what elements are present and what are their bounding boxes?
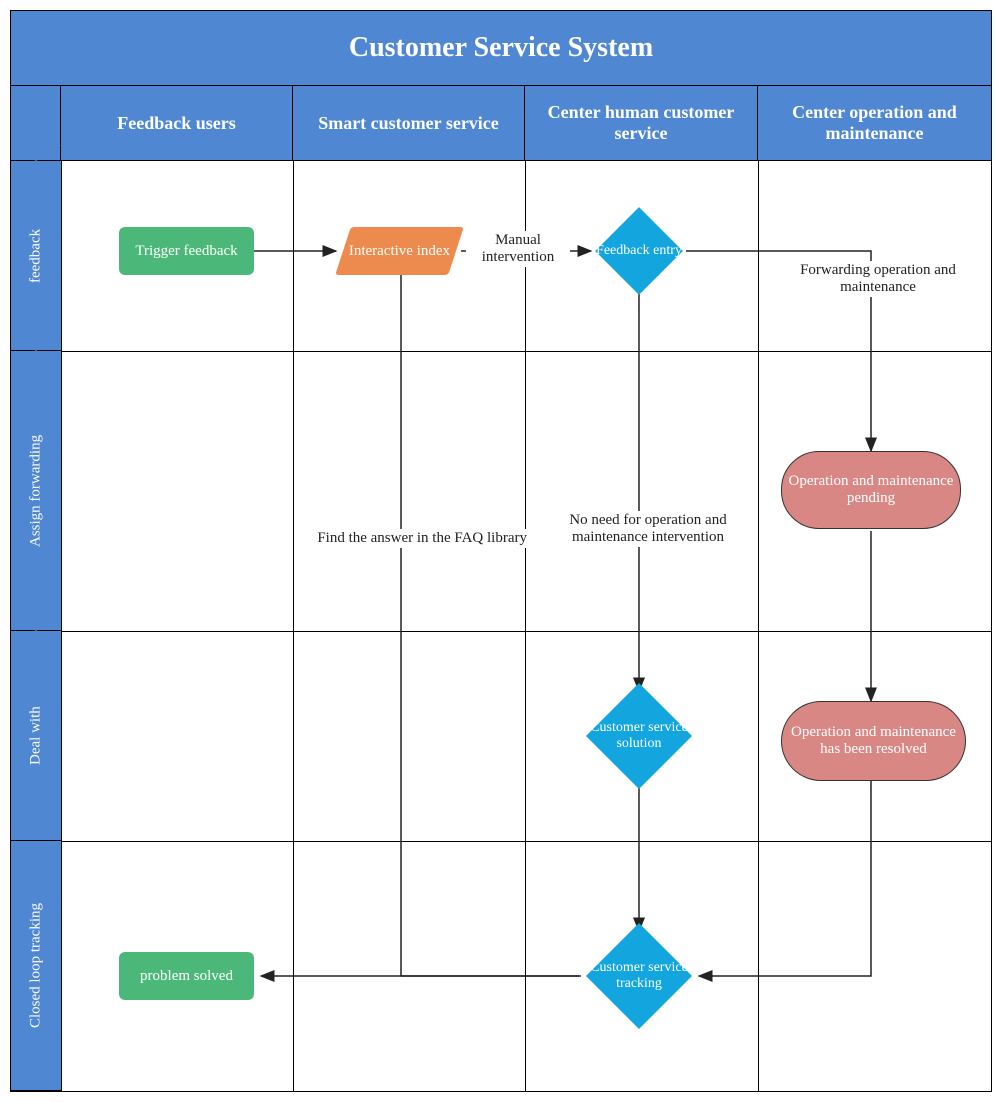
edge-forwarding-op: Forwarding operation and maintenance <box>781 261 975 297</box>
gridline <box>758 161 759 1091</box>
node-op-pending: Operation and maintenance pending <box>781 451 961 529</box>
edge-no-op: No need for operation and maintenance in… <box>541 511 755 547</box>
col-header-1: Smart customer service <box>293 86 525 161</box>
gridline <box>61 631 991 632</box>
swimlane-diagram: Customer Service System Feedback users S… <box>10 10 992 1092</box>
col-header-0: Feedback users <box>61 86 293 161</box>
node-feedback-entry: Feedback entry <box>579 211 699 291</box>
row-header-2: Deal with <box>11 631 61 841</box>
node-interactive-index: Interactive index <box>335 227 464 275</box>
gridline <box>61 351 991 352</box>
col-header-2: Center human customer service <box>525 86 758 161</box>
gridline <box>61 161 62 1091</box>
node-problem-solved: problem solved <box>119 952 254 1000</box>
node-trigger-feedback: Trigger feedback <box>119 227 254 275</box>
row-header-1: Assign forwarding <box>11 351 61 631</box>
edge-faq: Find the answer in the FAQ library <box>295 529 529 548</box>
row-header-0: feedback <box>11 161 61 351</box>
gridline <box>61 841 991 842</box>
arrows-layer <box>11 11 991 1091</box>
gridline <box>293 161 294 1091</box>
gridline <box>525 161 526 1091</box>
edge-manual-intervention: Manual intervention <box>466 231 570 267</box>
node-cs-solution: Customer service solution <box>571 681 707 791</box>
node-op-resolved: Operation and maintenance has been resol… <box>781 701 966 781</box>
node-cs-tracking: Customer service tracking <box>571 921 707 1031</box>
col-header-3: Center operation and maintenance <box>758 86 991 161</box>
row-header-3: Closed loop tracking <box>11 841 61 1091</box>
diagram-title: Customer Service System <box>11 11 991 86</box>
